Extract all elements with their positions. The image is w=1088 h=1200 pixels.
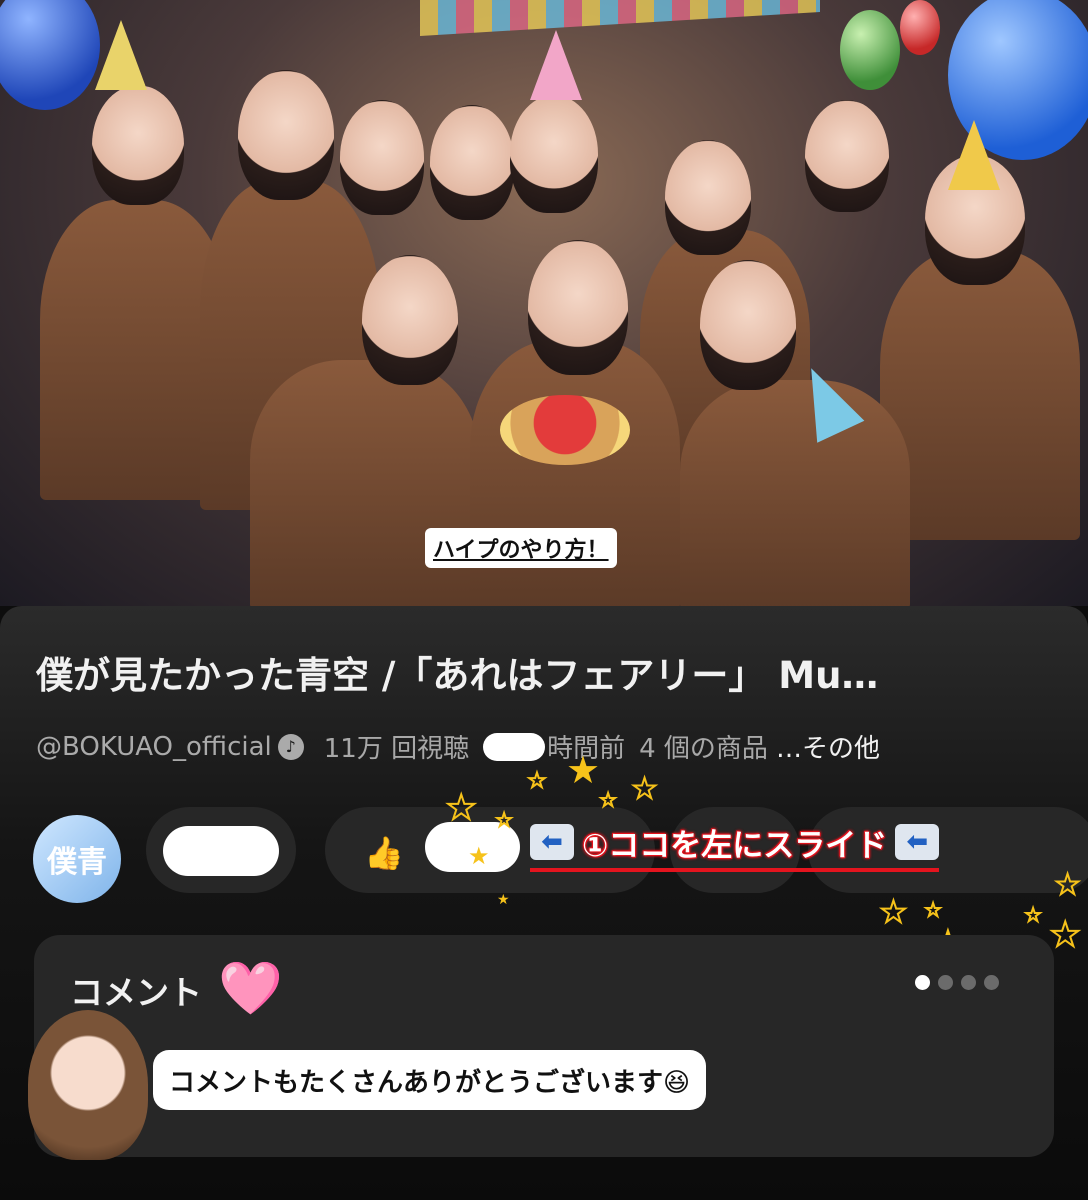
left-arrow-icon: ⬅: [895, 824, 940, 860]
person-face: [92, 85, 184, 205]
star-outline-icon: ★: [1024, 904, 1042, 927]
verified-music-icon: ♪: [277, 733, 304, 760]
left-arrow-icon: ⬅: [530, 824, 574, 860]
person-face: [238, 70, 334, 200]
view-count: 11万 回視聴: [323, 734, 470, 764]
star-outline-icon: ★: [1049, 914, 1082, 956]
party-hat: [95, 20, 147, 90]
carousel-dot: [984, 975, 999, 990]
person-face: [665, 140, 751, 255]
star-icon: ★: [566, 748, 601, 792]
person-face: [340, 100, 424, 215]
comments-title: コメント: [70, 973, 202, 1012]
person-face: [700, 260, 796, 390]
carousel-dot-active: [915, 975, 930, 990]
product-count[interactable]: 4 個の商品: [639, 728, 768, 765]
balloon-image: [0, 0, 100, 110]
commenter-avatar: [28, 1010, 148, 1160]
redacted-blob: [163, 826, 279, 876]
channel-handle[interactable]: @BOKUAO_official: [36, 732, 272, 762]
person-figure: [250, 360, 480, 606]
star-outline-icon: ★: [924, 899, 942, 922]
video-title[interactable]: 僕が見たかった青空 /「あれはフェアリー」 Mu…: [36, 645, 1056, 699]
star-outline-icon: ★: [631, 771, 658, 806]
person-figure: [680, 380, 910, 606]
star-outline-icon: ★: [495, 809, 513, 832]
redacted-time: [483, 732, 546, 761]
star-outline-icon: ★: [879, 894, 908, 931]
video-player[interactable]: ハイプのやり方！: [0, 0, 1088, 606]
heart-icon: 🩷: [218, 959, 283, 1019]
bunting-decoration: [420, 0, 820, 36]
video-meta-row: @BOKUAO_official ♪ 11万 回視聴 時間前 4 個の商品 …そ…: [36, 728, 1076, 765]
party-hat: [530, 30, 582, 100]
star-outline-icon: ★: [599, 789, 617, 812]
thumbs-up-icon[interactable]: 👍: [364, 834, 404, 872]
person-face: [805, 100, 889, 212]
star-outline-icon: ★: [1054, 867, 1081, 902]
balloon-image: [840, 10, 900, 90]
person-face: [510, 95, 598, 213]
person-face: [528, 240, 628, 375]
star-icon: ★: [497, 892, 510, 908]
video-caption: ハイプのやり方！: [425, 528, 617, 568]
person-face: [362, 255, 458, 385]
carousel-dot: [961, 975, 976, 990]
more-link[interactable]: …その他: [776, 728, 880, 765]
carousel-dot: [938, 975, 953, 990]
carousel-dots: [915, 975, 999, 990]
cake-image: [500, 395, 630, 465]
balloon-image: [900, 0, 940, 55]
person-face: [430, 105, 514, 220]
star-outline-icon: ★: [445, 787, 478, 829]
person-figure: [880, 250, 1080, 540]
channel-avatar[interactable]: 僕青: [33, 815, 121, 903]
party-hat: [948, 120, 1000, 190]
slide-hint-text: ①ココを左にスライド: [582, 827, 888, 864]
star-icon: ★: [468, 842, 490, 870]
slide-hint-annotation: ⬅ ①ココを左にスライド ⬅: [530, 818, 940, 872]
star-outline-icon: ★: [527, 767, 547, 793]
comment-text: コメントもたくさんありがとうございます😆: [153, 1050, 707, 1110]
